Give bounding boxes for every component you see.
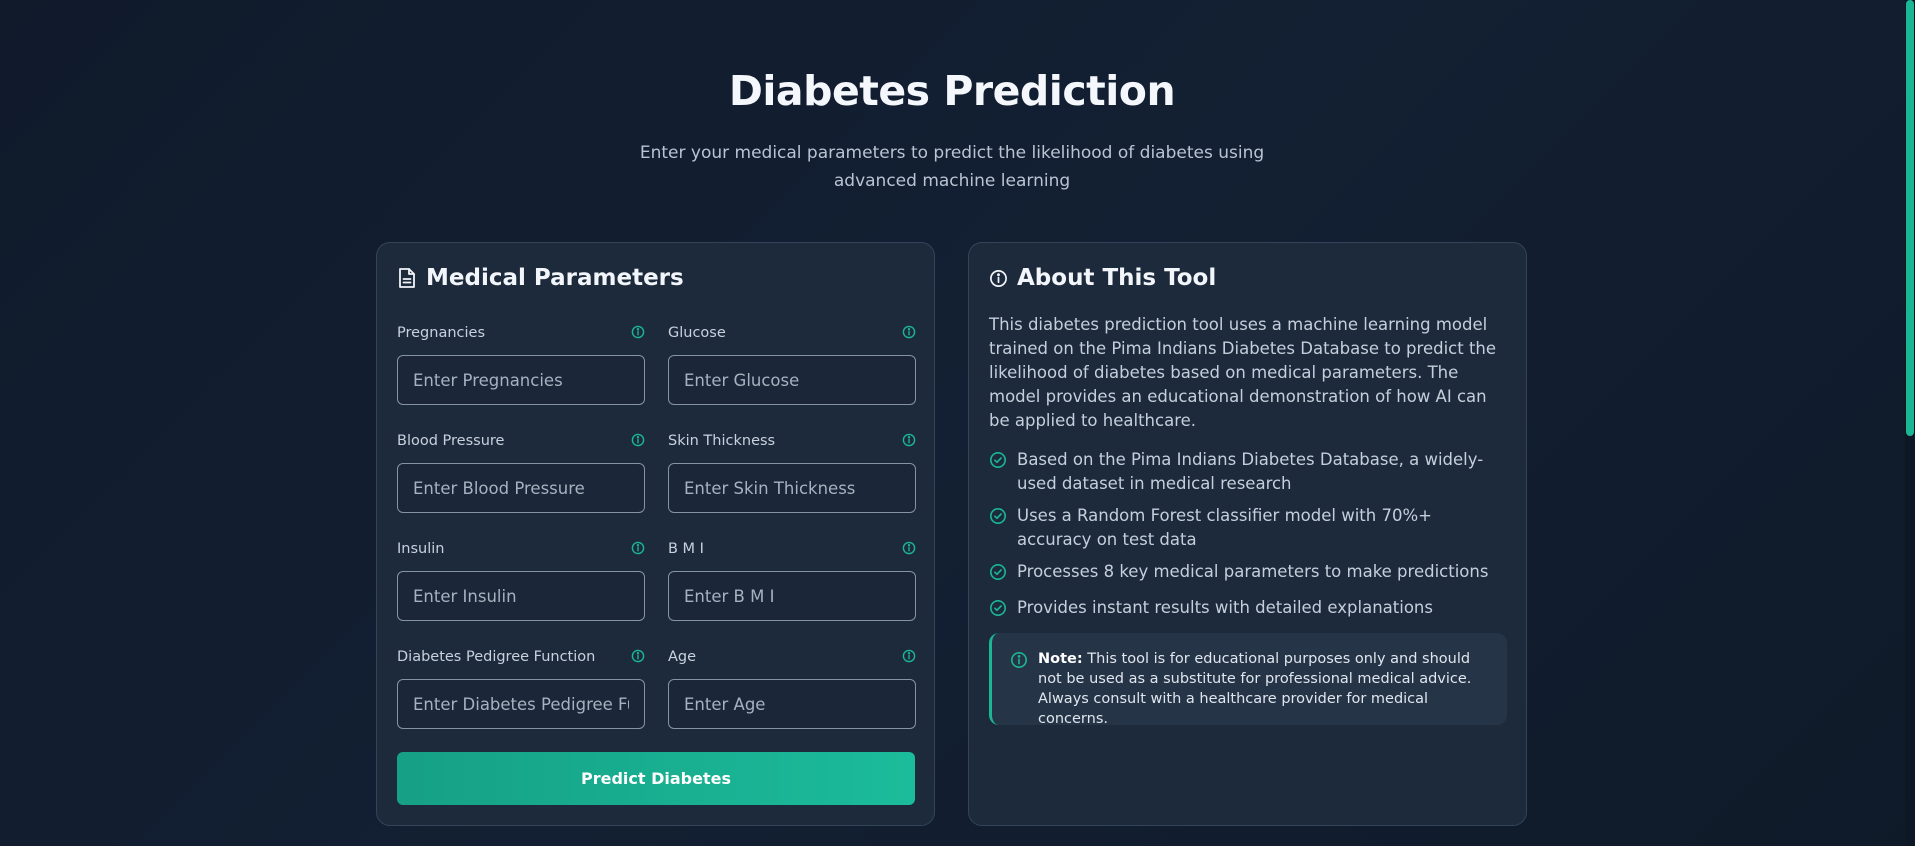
- field-label: Diabetes Pedigree Function: [397, 649, 596, 665]
- field-label: Age: [668, 649, 697, 665]
- info-icon[interactable]: [631, 648, 645, 667]
- field-label-row: Diabetes Pedigree Function: [397, 647, 645, 667]
- feature-list: Based on the Pima Indians Diabetes Datab…: [989, 448, 1509, 632]
- info-icon[interactable]: [631, 540, 645, 559]
- field-pregnancies: Pregnancies: [397, 323, 645, 405]
- field-label: B M I: [668, 541, 704, 557]
- feature-text: Uses a Random Forest classifier model wi…: [1017, 506, 1432, 549]
- hero: Diabetes Prediction Enter your medical p…: [0, 62, 1904, 195]
- glucose-input[interactable]: [668, 355, 916, 405]
- page-scrollbar[interactable]: [1905, 0, 1915, 846]
- medical-parameters-card: Medical Parameters Pregnancies Glucose Blo…: [376, 242, 935, 826]
- field-glucose: Glucose: [668, 323, 916, 405]
- document-icon: [399, 268, 415, 288]
- info-icon: [1010, 651, 1028, 669]
- check-circle-icon: [989, 560, 1017, 588]
- skin-thickness-input[interactable]: [668, 463, 916, 513]
- field-insulin: Insulin: [397, 539, 645, 621]
- info-icon[interactable]: [902, 648, 916, 667]
- field-blood-pressure: Blood Pressure: [397, 431, 645, 513]
- about-description: This diabetes prediction tool uses a mac…: [989, 315, 1497, 430]
- info-icon[interactable]: [631, 432, 645, 451]
- field-label-row: Pregnancies: [397, 323, 645, 343]
- field-label-row: Blood Pressure: [397, 431, 645, 451]
- check-circle-icon: [989, 596, 1017, 624]
- blood-pressure-input[interactable]: [397, 463, 645, 513]
- note-text: Note: This tool is for educational purpo…: [1038, 649, 1489, 729]
- check-circle-icon: [989, 504, 1017, 532]
- field-label: Skin Thickness: [668, 433, 776, 449]
- note-body: This tool is for educational purposes on…: [1038, 651, 1472, 727]
- info-icon[interactable]: [902, 432, 916, 451]
- form-title: Medical Parameters: [426, 265, 684, 291]
- field-label-row: B M I: [668, 539, 916, 559]
- field-label: Blood Pressure: [397, 433, 505, 449]
- info-icon[interactable]: [902, 324, 916, 343]
- age-input[interactable]: [668, 679, 916, 729]
- field-label: Insulin: [397, 541, 445, 557]
- info-icon[interactable]: [902, 540, 916, 559]
- predict-button[interactable]: Predict Diabetes: [397, 752, 915, 805]
- diabetes-pedigree-function-input[interactable]: [397, 679, 645, 729]
- form-title-row: Medical Parameters: [397, 265, 684, 291]
- feature-text: Based on the Pima Indians Diabetes Datab…: [1017, 450, 1484, 493]
- note-label: Note:: [1038, 651, 1083, 667]
- b-m-i-input[interactable]: [668, 571, 916, 621]
- field-label-row: Skin Thickness: [668, 431, 916, 451]
- feature-item: Processes 8 key medical parameters to ma…: [989, 560, 1509, 588]
- about-card: About This Tool This diabetes prediction…: [968, 242, 1527, 826]
- field-age: Age: [668, 647, 916, 729]
- feature-item: Uses a Random Forest classifier model wi…: [989, 504, 1509, 552]
- pregnancies-input[interactable]: [397, 355, 645, 405]
- field-label: Pregnancies: [397, 325, 485, 341]
- feature-text: Processes 8 key medical parameters to ma…: [1017, 562, 1489, 581]
- page-title: Diabetes Prediction: [728, 67, 1176, 115]
- feature-text: Provides instant results with detailed e…: [1017, 598, 1433, 617]
- field-b-m-i: B M I: [668, 539, 916, 621]
- info-icon: [990, 269, 1007, 287]
- field-label: Glucose: [668, 325, 726, 341]
- field-label-row: Glucose: [668, 323, 916, 343]
- field-label-row: Insulin: [397, 539, 645, 559]
- feature-item: Provides instant results with detailed e…: [989, 596, 1509, 624]
- disclaimer-note: Note: This tool is for educational purpo…: [989, 633, 1507, 727]
- scrollbar-thumb[interactable]: [1906, 0, 1914, 436]
- about-title: About This Tool: [1017, 265, 1217, 291]
- check-circle-icon: [989, 448, 1017, 476]
- info-icon[interactable]: [631, 324, 645, 343]
- insulin-input[interactable]: [397, 571, 645, 621]
- field-skin-thickness: Skin Thickness: [668, 431, 916, 513]
- feature-item: Based on the Pima Indians Diabetes Datab…: [989, 448, 1509, 496]
- about-title-row: About This Tool: [989, 265, 1216, 291]
- field-diabetes-pedigree-function: Diabetes Pedigree Function: [397, 647, 645, 729]
- page-subtitle: Enter your medical parameters to predict…: [639, 143, 1265, 191]
- field-label-row: Age: [668, 647, 916, 667]
